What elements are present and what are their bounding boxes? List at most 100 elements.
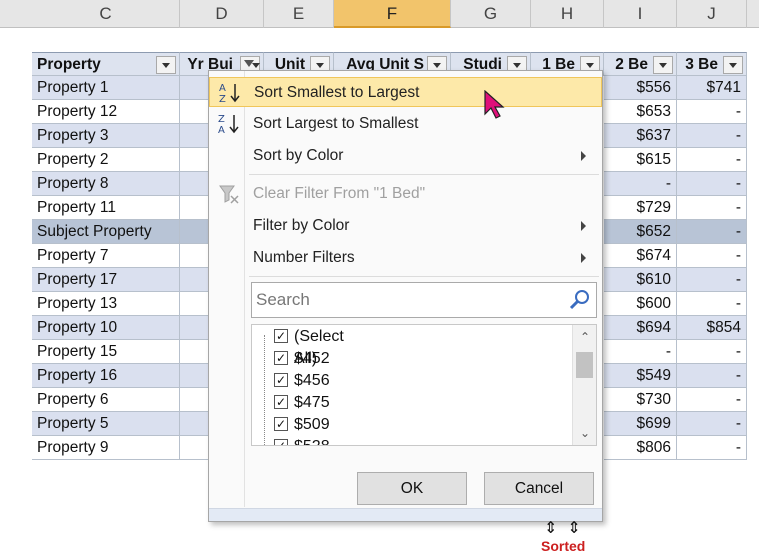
property-name-cell[interactable]: Property 12 <box>32 100 180 124</box>
property-name-cell[interactable]: Property 2 <box>32 148 180 172</box>
chevron-down-icon <box>252 63 260 68</box>
property-name-cell[interactable]: Property 1 <box>32 76 180 100</box>
search-input[interactable]: Search <box>251 282 597 318</box>
three-bed-cell[interactable]: - <box>677 100 747 124</box>
list-scrollbar[interactable]: ⌃ ⌄ <box>572 325 596 445</box>
three-bed-cell[interactable]: - <box>677 412 747 436</box>
number-filters-item[interactable]: Number Filters <box>209 243 602 273</box>
two-bed-cell[interactable]: - <box>604 340 677 364</box>
svg-text:Z: Z <box>219 94 226 105</box>
three-bed-cell[interactable]: - <box>677 148 747 172</box>
property-name-cell[interactable]: Property 8 <box>32 172 180 196</box>
list-item-label: $452 <box>294 350 330 367</box>
search-icon[interactable] <box>568 288 592 312</box>
two-bed-cell[interactable]: $556 <box>604 76 677 100</box>
header-two-bed[interactable]: 2 Be <box>604 52 677 76</box>
two-bed-cell[interactable]: $652 <box>604 220 677 244</box>
two-bed-cell[interactable]: $600 <box>604 292 677 316</box>
property-name-cell[interactable]: Property 15 <box>32 340 180 364</box>
three-bed-cell[interactable]: - <box>677 364 747 388</box>
property-name-cell[interactable]: Property 13 <box>32 292 180 316</box>
two-bed-cell[interactable]: $637 <box>604 124 677 148</box>
two-bed-cell[interactable]: $610 <box>604 268 677 292</box>
checkbox-checked[interactable]: ✓ <box>274 351 288 365</box>
svg-text:A: A <box>218 125 225 136</box>
two-bed-cell[interactable]: $653 <box>604 100 677 124</box>
three-bed-cell[interactable]: $854 <box>677 316 747 340</box>
svg-text:Z: Z <box>218 114 225 125</box>
list-item-label: $456 <box>294 372 330 389</box>
three-bed-cell[interactable]: $741 <box>677 76 747 100</box>
search-placeholder: Search <box>256 290 310 309</box>
two-bed-cell[interactable]: $694 <box>604 316 677 340</box>
three-bed-cell[interactable]: - <box>677 196 747 220</box>
scrollbar-thumb[interactable] <box>576 352 593 378</box>
checkbox-checked[interactable]: ✓ <box>274 329 288 343</box>
property-name-cell[interactable]: Property 9 <box>32 436 180 460</box>
submenu-arrow-icon <box>581 151 586 161</box>
property-name-cell[interactable]: Property 16 <box>32 364 180 388</box>
property-name-cell[interactable]: Property 17 <box>32 268 180 292</box>
column-header-c[interactable]: C <box>32 0 180 28</box>
property-name-cell[interactable]: Subject Property <box>32 220 180 244</box>
clear-filter-label: Clear Filter From "1 Bed" <box>253 185 426 202</box>
menu-separator <box>249 276 599 277</box>
list-item-label: $528 <box>294 436 330 445</box>
two-bed-cell[interactable]: $549 <box>604 364 677 388</box>
header-three-bed[interactable]: 3 Be <box>677 52 747 76</box>
property-name-cell[interactable]: Property 6 <box>32 388 180 412</box>
three-bed-cell[interactable]: - <box>677 124 747 148</box>
filter-dropdown-button[interactable] <box>653 56 673 74</box>
sort-descending-label: Sort Largest to Smallest <box>253 115 419 132</box>
cancel-button[interactable]: Cancel <box>484 472 594 505</box>
scroll-up-icon[interactable]: ⌃ <box>579 331 591 343</box>
property-name-cell[interactable]: Property 7 <box>32 244 180 268</box>
property-name-cell[interactable]: Property 10 <box>32 316 180 340</box>
property-name-cell[interactable]: Property 5 <box>32 412 180 436</box>
three-bed-cell[interactable]: - <box>677 436 747 460</box>
three-bed-cell[interactable]: - <box>677 172 747 196</box>
three-bed-cell[interactable]: - <box>677 292 747 316</box>
menu-separator <box>249 174 599 175</box>
two-bed-cell[interactable]: $674 <box>604 244 677 268</box>
property-name-cell[interactable]: Property 11 <box>32 196 180 220</box>
three-bed-cell[interactable]: - <box>677 268 747 292</box>
column-header-j[interactable]: J <box>677 0 747 28</box>
checkbox-checked[interactable]: ✓ <box>274 373 288 387</box>
checkbox-checked[interactable]: ✓ <box>274 439 288 445</box>
three-bed-cell[interactable]: - <box>677 244 747 268</box>
clear-filter-item[interactable]: Clear Filter From "1 Bed" <box>209 179 602 209</box>
sort-ascending-item[interactable]: AZ Sort Smallest to Largest <box>209 77 602 107</box>
column-header-h[interactable]: H <box>531 0 604 28</box>
filter-dropdown-button[interactable] <box>156 56 176 74</box>
scroll-down-icon[interactable]: ⌄ <box>579 427 591 439</box>
three-bed-cell[interactable]: - <box>677 388 747 412</box>
filter-by-color-item[interactable]: Filter by Color <box>209 211 602 241</box>
column-header-i[interactable]: I <box>604 0 677 28</box>
sort-descending-item[interactable]: ZA Sort Largest to Smallest <box>209 109 602 139</box>
two-bed-cell[interactable]: $730 <box>604 388 677 412</box>
column-header-g[interactable]: G <box>451 0 531 28</box>
three-bed-cell[interactable]: - <box>677 220 747 244</box>
sort-by-color-item[interactable]: Sort by Color <box>209 141 602 171</box>
ok-button[interactable]: OK <box>357 472 467 505</box>
checkbox-checked[interactable]: ✓ <box>274 395 288 409</box>
filter-dropdown-button[interactable] <box>723 56 743 74</box>
three-bed-cell[interactable]: - <box>677 340 747 364</box>
header-two-bed-label: 2 Be <box>615 56 648 73</box>
column-header-f[interactable]: F <box>334 0 451 28</box>
two-bed-cell[interactable]: $729 <box>604 196 677 220</box>
two-bed-cell[interactable]: $615 <box>604 148 677 172</box>
two-bed-cell[interactable]: - <box>604 172 677 196</box>
header-property[interactable]: Property <box>32 52 180 76</box>
checkbox-checked[interactable]: ✓ <box>274 417 288 431</box>
submenu-arrow-icon <box>581 253 586 263</box>
number-filters-label: Number Filters <box>253 249 355 266</box>
chevron-down-icon <box>513 63 521 68</box>
sort-ascending-icon: AZ <box>218 81 242 105</box>
column-header-e[interactable]: E <box>264 0 334 28</box>
two-bed-cell[interactable]: $806 <box>604 436 677 460</box>
two-bed-cell[interactable]: $699 <box>604 412 677 436</box>
property-name-cell[interactable]: Property 3 <box>32 124 180 148</box>
column-header-d[interactable]: D <box>180 0 264 28</box>
